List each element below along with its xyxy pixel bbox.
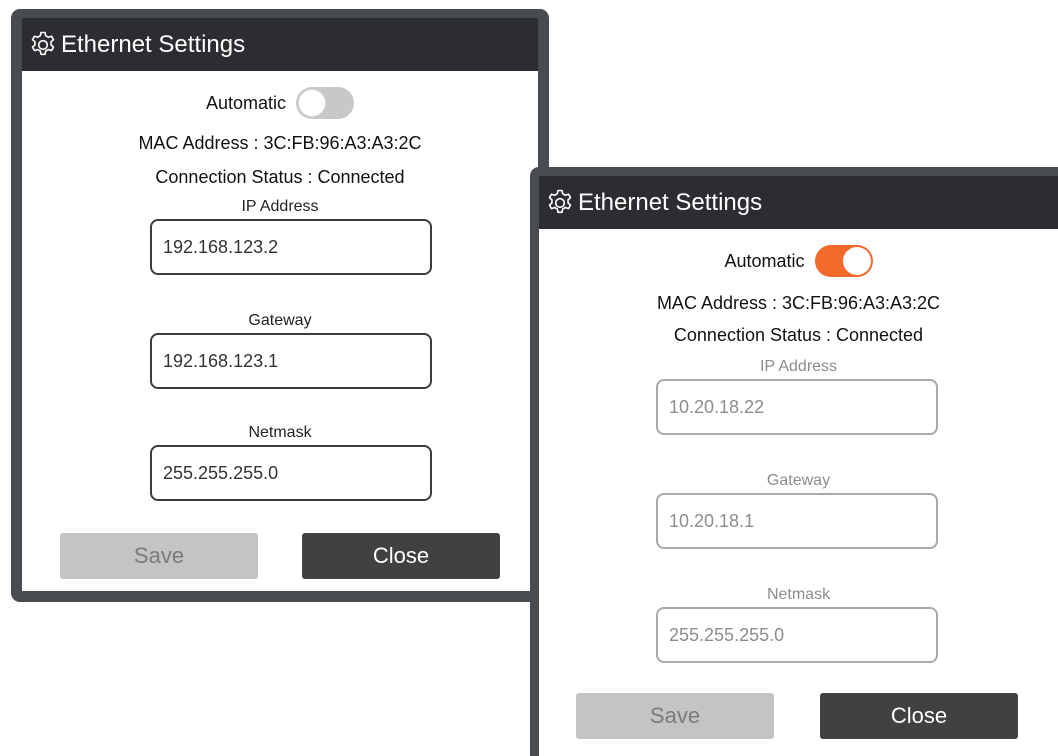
netmask-input[interactable]: 255.255.255.0 — [150, 445, 432, 501]
connection-status-text: Connection Status : Connected — [673, 325, 924, 345]
gear-icon — [26, 28, 60, 62]
save-button[interactable]: Save — [576, 693, 774, 739]
automatic-row: Automatic — [22, 87, 538, 119]
toggle-knob — [842, 247, 871, 275]
dialog-body: Automatic MAC Address : 3C:FB:96:A3:A3:2… — [22, 71, 538, 591]
ip-address-label: IP Address — [241, 198, 319, 215]
ip-address-input[interactable]: 192.168.123.2 — [150, 219, 432, 275]
mac-address-text: MAC Address : 3C:FB:96:A3:A3:2C — [656, 293, 941, 313]
close-button[interactable]: Close — [302, 533, 500, 579]
automatic-row: Automatic — [539, 245, 1058, 277]
toggle-knob — [298, 89, 327, 117]
gateway-label: Gateway — [766, 472, 831, 489]
dialog-body: Automatic MAC Address : 3C:FB:96:A3:A3:2… — [539, 229, 1058, 756]
connection-status-text: Connection Status : Connected — [155, 167, 405, 187]
ethernet-settings-dialog-manual: Ethernet Settings Automatic MAC Address … — [11, 9, 549, 602]
gateway-label: Gateway — [248, 312, 312, 329]
gateway-input: 10.20.18.1 — [656, 493, 938, 549]
dialog-title: Ethernet Settings — [61, 30, 246, 58]
automatic-label: Automatic — [205, 92, 287, 113]
dialog-title: Ethernet Settings — [578, 188, 763, 216]
automatic-toggle[interactable] — [814, 245, 873, 277]
gear-icon — [543, 186, 577, 220]
ethernet-settings-dialog-automatic: Ethernet Settings Automatic MAC Address … — [530, 167, 1058, 756]
netmask-label: Netmask — [248, 424, 312, 441]
mac-address-text: MAC Address : 3C:FB:96:A3:A3:2C — [138, 133, 422, 153]
netmask-input: 255.255.255.0 — [656, 607, 938, 663]
ip-address-input: 10.20.18.22 — [656, 379, 938, 435]
save-button[interactable]: Save — [60, 533, 258, 579]
ip-address-label: IP Address — [759, 358, 838, 375]
automatic-label: Automatic — [724, 250, 805, 271]
dialog-titlebar: Ethernet Settings — [539, 176, 1058, 229]
gateway-input[interactable]: 192.168.123.1 — [150, 333, 432, 389]
close-button[interactable]: Close — [820, 693, 1018, 739]
automatic-toggle[interactable] — [296, 87, 355, 119]
dialog-titlebar: Ethernet Settings — [22, 18, 538, 71]
netmask-label: Netmask — [766, 586, 831, 603]
